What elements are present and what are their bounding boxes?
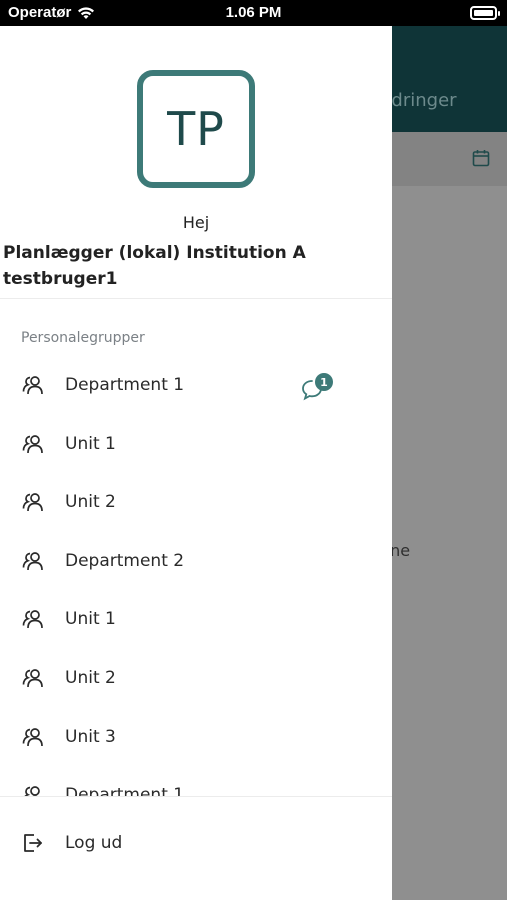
group-icon xyxy=(22,376,43,395)
staff-group-label: Unit 3 xyxy=(65,726,116,747)
unread-count: 1 xyxy=(315,373,333,391)
section-label-staff-groups: Personalegrupper xyxy=(21,330,145,346)
battery-icon xyxy=(470,6,500,20)
staff-group-item[interactable]: Department 1 1 xyxy=(0,356,392,415)
avatar-initials: TP xyxy=(167,102,225,156)
user-name: testbruger1 xyxy=(3,269,118,289)
side-drawer: TP Hej Planlægger (lokal) Institution A … xyxy=(0,26,392,900)
staff-group-item[interactable]: Department 1 xyxy=(0,766,392,796)
divider xyxy=(0,298,392,299)
staff-group-item[interactable]: Unit 1 xyxy=(0,415,392,474)
user-role: Planlægger (lokal) Institution A xyxy=(3,243,306,263)
staff-group-label: Department 1 xyxy=(65,785,185,796)
logout-button[interactable]: Log ud xyxy=(0,821,392,865)
chat-badge[interactable]: 1 xyxy=(300,373,334,401)
group-icon xyxy=(22,493,43,512)
staff-group-label: Department 1 xyxy=(65,375,185,395)
status-bar: Operatør 1.06 PM xyxy=(0,0,507,26)
staff-group-item[interactable]: Unit 2 xyxy=(0,649,392,708)
group-icon xyxy=(24,786,40,796)
staff-group-item[interactable]: Unit 3 xyxy=(0,708,392,767)
logout-icon xyxy=(24,834,42,852)
group-icon xyxy=(22,669,43,688)
staff-group-item[interactable]: Department 2 xyxy=(0,532,392,591)
staff-group-list: Department 1 1 Unit 1 Unit 2 Department … xyxy=(0,356,392,796)
avatar: TP xyxy=(137,70,255,188)
staff-group-label: Unit 2 xyxy=(65,667,116,688)
group-icon xyxy=(22,434,43,453)
staff-group-label: Unit 2 xyxy=(65,492,116,513)
divider xyxy=(0,796,392,797)
group-icon xyxy=(22,610,43,629)
staff-group-item[interactable]: Unit 2 xyxy=(0,473,392,532)
staff-group-label: Unit 1 xyxy=(65,609,116,630)
staff-group-label: Department 2 xyxy=(65,550,185,571)
staff-group-label: Unit 1 xyxy=(65,433,116,454)
greeting-text: Hej xyxy=(182,213,210,232)
clock: 1.06 PM xyxy=(225,4,282,21)
staff-group-item[interactable]: Unit 1 xyxy=(0,590,392,649)
calendar-icon[interactable] xyxy=(472,149,490,167)
group-icon xyxy=(22,727,43,746)
logout-label: Log ud xyxy=(65,833,123,853)
group-icon xyxy=(22,551,43,570)
